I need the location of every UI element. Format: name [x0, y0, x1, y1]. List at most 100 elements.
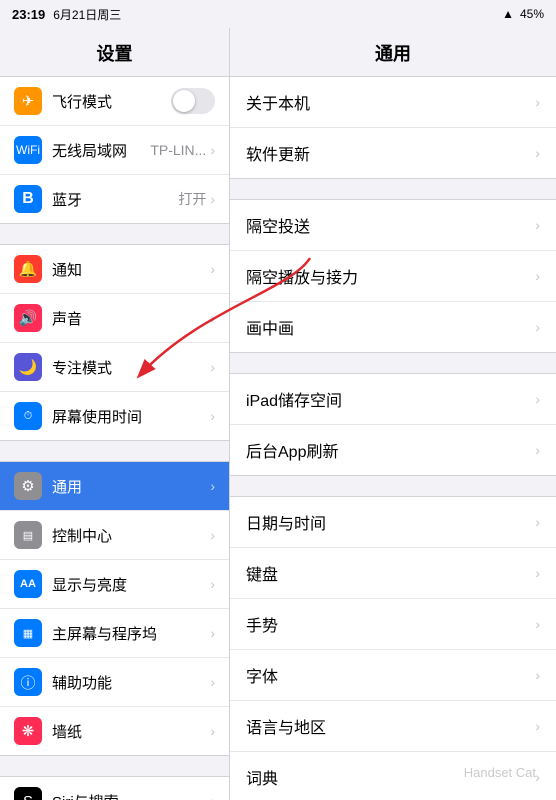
datetime-chevron: ›	[535, 514, 540, 530]
ipadstorage-label: iPad储存空间	[246, 387, 535, 411]
control-label: 控制中心	[52, 525, 210, 546]
general-icon: ⚙	[14, 472, 42, 500]
content-item-keyboard[interactable]: 键盘 ›	[230, 548, 556, 599]
battery-icon: 45%	[520, 7, 544, 21]
wifi-icon: WiFi	[14, 136, 42, 164]
airdrop-chevron: ›	[535, 217, 540, 233]
homescreen-chevron: ›	[210, 625, 215, 641]
font-chevron: ›	[535, 667, 540, 683]
sidebar-item-siri[interactable]: S Siri与搜索 ›	[0, 777, 229, 800]
content-group-4: 日期与时间 › 键盘 › 手势 › 字体 › 语言与地区 › 词典 ›	[230, 496, 556, 800]
focus-label: 专注模式	[52, 357, 210, 378]
sidebar-item-general[interactable]: ⚙ 通用 ›	[0, 462, 229, 511]
content-item-bgrefresh[interactable]: 后台App刷新 ›	[230, 425, 556, 475]
sidebar-item-bluetooth[interactable]: B 蓝牙 打开 ›	[0, 175, 229, 223]
softwareupdate-chevron: ›	[535, 145, 540, 161]
sound-label: 声音	[52, 308, 210, 329]
screentime-chevron: ›	[210, 408, 215, 424]
language-chevron: ›	[535, 718, 540, 734]
bluetooth-label: 蓝牙	[52, 189, 178, 210]
about-chevron: ›	[535, 94, 540, 110]
wallpaper-chevron: ›	[210, 723, 215, 739]
softwareupdate-label: 软件更新	[246, 141, 535, 165]
keyboard-chevron: ›	[535, 565, 540, 581]
sidebar-item-focus[interactable]: 🌙 专注模式 ›	[0, 343, 229, 392]
content-item-pip[interactable]: 画中画 ›	[230, 302, 556, 352]
airplane-icon: ✈	[14, 87, 42, 115]
focus-chevron: ›	[210, 359, 215, 375]
focus-icon: 🌙	[14, 353, 42, 381]
control-icon: ▤	[14, 521, 42, 549]
content-group-1: 关于本机 › 软件更新 ›	[230, 76, 556, 179]
general-chevron: ›	[210, 478, 215, 494]
content-item-font[interactable]: 字体 ›	[230, 650, 556, 701]
siri-label: Siri与搜索	[52, 791, 210, 800]
accessibility-label: 辅助功能	[52, 672, 210, 693]
display-chevron: ›	[210, 576, 215, 592]
sidebar-item-airplane[interactable]: ✈ 飞行模式	[0, 77, 229, 126]
about-label: 关于本机	[246, 90, 535, 114]
content-item-airplay[interactable]: 隔空播放与接力 ›	[230, 251, 556, 302]
sidebar-item-wifi[interactable]: WiFi 无线局域网 TP-LIN... ›	[0, 126, 229, 175]
bgrefresh-chevron: ›	[535, 442, 540, 458]
notification-icon: 🔔	[14, 255, 42, 283]
gesture-chevron: ›	[535, 616, 540, 632]
wifi-chevron: ›	[210, 142, 215, 158]
content-group-2: 隔空投送 › 隔空播放与接力 › 画中画 ›	[230, 199, 556, 353]
gesture-label: 手势	[246, 612, 535, 636]
wifi-label: 无线局域网	[52, 140, 150, 161]
airplane-toggle[interactable]	[171, 88, 215, 114]
content-item-gesture[interactable]: 手势 ›	[230, 599, 556, 650]
sidebar-title: 设置	[0, 28, 229, 76]
content-item-softwareupdate[interactable]: 软件更新 ›	[230, 128, 556, 178]
pip-chevron: ›	[535, 319, 540, 335]
content-item-language[interactable]: 语言与地区 ›	[230, 701, 556, 752]
wallpaper-label: 墙纸	[52, 721, 210, 742]
datetime-label: 日期与时间	[246, 510, 535, 534]
sidebar-group-system: 🔔 通知 › 🔊 声音 › 🌙 专注模式 › ⏱ 屏幕使用时间 ›	[0, 244, 229, 441]
keyboard-label: 键盘	[246, 561, 535, 585]
sidebar-group-extra: S Siri与搜索 › ✏ Apple Pencil › ◎ 触控ID与密码 ›…	[0, 776, 229, 800]
wallpaper-icon: ❋	[14, 717, 42, 745]
sidebar-item-notification[interactable]: 🔔 通知 ›	[0, 245, 229, 294]
sidebar-item-homescreen[interactable]: ▦ 主屏幕与程序坞 ›	[0, 609, 229, 658]
sidebar-item-control[interactable]: ▤ 控制中心 ›	[0, 511, 229, 560]
sidebar-item-display[interactable]: AA 显示与亮度 ›	[0, 560, 229, 609]
bgrefresh-label: 后台App刷新	[246, 438, 535, 462]
sidebar-group-connectivity: ✈ 飞行模式 WiFi 无线局域网 TP-LIN... › B 蓝牙 打开 ›	[0, 76, 229, 224]
pip-label: 画中画	[246, 315, 535, 339]
dictionary-chevron: ›	[535, 769, 540, 785]
sidebar-item-accessibility[interactable]: ⓘ 辅助功能 ›	[0, 658, 229, 707]
sidebar-item-screentime[interactable]: ⏱ 屏幕使用时间 ›	[0, 392, 229, 440]
sound-chevron: ›	[210, 310, 215, 326]
content-item-datetime[interactable]: 日期与时间 ›	[230, 497, 556, 548]
content-title: 通用	[230, 28, 556, 76]
wifi-icon: ▲	[502, 7, 514, 21]
homescreen-icon: ▦	[14, 619, 42, 647]
sidebar-item-wallpaper[interactable]: ❋ 墙纸 ›	[0, 707, 229, 755]
airplane-label: 飞行模式	[52, 91, 171, 112]
accessibility-icon: ⓘ	[14, 668, 42, 696]
status-bar: 23:19 6月21日周三 ▲ 45%	[0, 0, 556, 28]
watermark: Handset Cat	[464, 765, 536, 780]
content-item-ipadstorage[interactable]: iPad储存空间 ›	[230, 374, 556, 425]
sidebar-item-sound[interactable]: 🔊 声音 ›	[0, 294, 229, 343]
screentime-label: 屏幕使用时间	[52, 406, 210, 427]
content-item-airdrop[interactable]: 隔空投送 ›	[230, 200, 556, 251]
siri-chevron: ›	[210, 793, 215, 800]
notification-chevron: ›	[210, 261, 215, 277]
sound-icon: 🔊	[14, 304, 42, 332]
notification-label: 通知	[52, 259, 210, 280]
sidebar: 设置 ✈ 飞行模式 WiFi 无线局域网 TP-LIN... › B 蓝牙 打开…	[0, 28, 230, 800]
bluetooth-icon: B	[14, 185, 42, 213]
content-item-about[interactable]: 关于本机 ›	[230, 77, 556, 128]
bluetooth-value: 打开	[178, 189, 206, 209]
siri-icon: S	[14, 787, 42, 800]
content-panel: 通用 关于本机 › 软件更新 › 隔空投送 › 隔空播放与接力 › 画中画	[230, 28, 556, 800]
status-date: 6月21日周三	[53, 6, 121, 23]
airplay-label: 隔空播放与接力	[246, 264, 535, 288]
airplay-chevron: ›	[535, 268, 540, 284]
sidebar-group-general: ⚙ 通用 › ▤ 控制中心 › AA 显示与亮度 › ▦ 主屏幕与程序坞 › ⓘ	[0, 461, 229, 756]
airdrop-label: 隔空投送	[246, 213, 535, 237]
general-label: 通用	[52, 476, 210, 497]
